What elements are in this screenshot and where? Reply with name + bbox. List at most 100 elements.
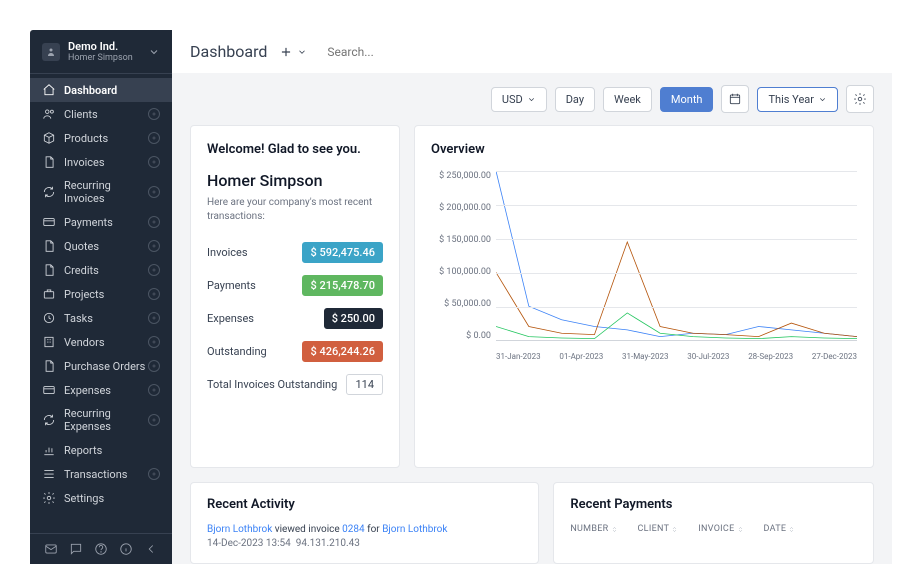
add-icon[interactable] <box>148 216 160 228</box>
sidebar-item-invoices[interactable]: Invoices <box>30 150 172 174</box>
stat-label: Outstanding <box>207 345 267 358</box>
sidebar-bottom-bar <box>30 533 172 564</box>
company-name: Demo Ind. <box>68 40 148 53</box>
period-week[interactable]: Week <box>603 87 652 112</box>
nav-label: Payments <box>64 216 148 229</box>
sort-icon <box>737 526 744 533</box>
sidebar-item-projects[interactable]: Projects <box>30 282 172 306</box>
nav-label: Dashboard <box>64 84 160 97</box>
currency-selector[interactable]: USD <box>491 87 547 112</box>
chevron-down-icon <box>527 95 536 104</box>
stat-badge: $ 215,478.70 <box>302 275 383 296</box>
activity-invoice[interactable]: 0284 <box>342 524 364 535</box>
period-day[interactable]: Day <box>555 87 595 112</box>
company-selector[interactable]: Demo Ind. Homer Simpson <box>30 30 172 74</box>
nav-label: Clients <box>64 108 148 121</box>
welcome-user: Homer Simpson <box>207 171 383 190</box>
add-icon[interactable] <box>148 384 160 396</box>
column-invoice[interactable]: INVOICE <box>698 524 743 534</box>
file-icon <box>42 263 56 277</box>
add-icon[interactable] <box>279 45 293 59</box>
welcome-subtitle: Here are your company's most recent tran… <box>207 196 383 224</box>
column-client[interactable]: CLIENT <box>638 524 679 534</box>
calendar-button[interactable] <box>721 85 749 113</box>
welcome-title: Welcome! Glad to see you. <box>207 142 383 157</box>
add-icon[interactable] <box>148 156 160 168</box>
building-icon <box>42 335 56 349</box>
add-icon[interactable] <box>148 414 160 426</box>
add-icon[interactable] <box>148 240 160 252</box>
sidebar-item-recurring-invoices[interactable]: Recurring Invoices <box>30 174 172 210</box>
sidebar-item-payments[interactable]: Payments <box>30 210 172 234</box>
nav-label: Tasks <box>64 312 148 325</box>
period-month[interactable]: Month <box>660 87 714 112</box>
sidebar: Demo Ind. Homer Simpson Dashboard Clients… <box>30 30 172 564</box>
nav-label: Transactions <box>64 468 148 481</box>
sidebar-item-reports[interactable]: Reports <box>30 438 172 462</box>
mail-icon[interactable] <box>44 542 58 556</box>
nav-label: Settings <box>64 492 160 505</box>
overview-card: Overview $ 250,000.00$ 200,000.00$ 150,0… <box>414 125 874 468</box>
refresh-icon <box>42 185 56 199</box>
nav-label: Quotes <box>64 240 148 253</box>
search-input[interactable] <box>327 45 874 59</box>
sidebar-item-vendors[interactable]: Vendors <box>30 330 172 354</box>
sidebar-item-purchase-orders[interactable]: Purchase Orders <box>30 354 172 378</box>
header: Dashboard <box>172 30 892 73</box>
total-outstanding-value: 114 <box>346 374 383 395</box>
add-icon[interactable] <box>148 288 160 300</box>
nav-label: Purchase Orders <box>64 360 148 373</box>
add-icon[interactable] <box>148 108 160 120</box>
overview-chart: $ 250,000.00$ 200,000.00$ 150,000.00$ 10… <box>431 171 857 361</box>
sort-icon <box>788 526 795 533</box>
sidebar-item-credits[interactable]: Credits <box>30 258 172 282</box>
range-selector[interactable]: This Year <box>757 87 838 112</box>
nav-label: Vendors <box>64 336 148 349</box>
add-icon[interactable] <box>148 360 160 372</box>
nav-label: Invoices <box>64 156 148 169</box>
file-icon <box>42 155 56 169</box>
chat-icon[interactable] <box>69 542 83 556</box>
chevron-down-icon <box>818 95 827 104</box>
sidebar-item-quotes[interactable]: Quotes <box>30 234 172 258</box>
recent-activity-title: Recent Activity <box>207 497 522 512</box>
chart-icon <box>42 443 56 457</box>
sidebar-item-recurring-expenses[interactable]: Recurring Expenses <box>30 402 172 438</box>
chevron-down-icon[interactable] <box>297 47 307 57</box>
add-icon[interactable] <box>148 132 160 144</box>
sidebar-item-expenses[interactable]: Expenses <box>30 378 172 402</box>
info-icon[interactable] <box>119 542 133 556</box>
add-icon[interactable] <box>148 312 160 324</box>
collapse-icon[interactable] <box>144 542 158 556</box>
recent-payments-title: Recent Payments <box>570 497 857 512</box>
sidebar-item-dashboard[interactable]: Dashboard <box>30 78 172 102</box>
add-icon[interactable] <box>148 468 160 480</box>
add-icon[interactable] <box>148 186 160 198</box>
add-icon[interactable] <box>148 336 160 348</box>
nav-label: Products <box>64 132 148 145</box>
help-icon[interactable] <box>94 542 108 556</box>
activity-actor[interactable]: Bjorn Lothbrok <box>207 524 272 535</box>
stat-label: Invoices <box>207 246 248 259</box>
sidebar-item-tasks[interactable]: Tasks <box>30 306 172 330</box>
overview-title: Overview <box>431 142 857 157</box>
page-title: Dashboard <box>190 42 267 61</box>
settings-button[interactable] <box>846 85 874 113</box>
sidebar-item-products[interactable]: Products <box>30 126 172 150</box>
sort-icon <box>611 526 618 533</box>
nav-label: Recurring Expenses <box>64 407 148 433</box>
calendar-icon <box>728 92 742 106</box>
activity-target[interactable]: Bjorn Lothbrok <box>382 524 447 535</box>
sidebar-item-clients[interactable]: Clients <box>30 102 172 126</box>
column-date[interactable]: DATE <box>764 524 796 534</box>
column-number[interactable]: NUMBER <box>570 524 617 534</box>
welcome-card: Welcome! Glad to see you. Homer Simpson … <box>190 125 400 468</box>
add-icon[interactable] <box>148 264 160 276</box>
briefcase-icon <box>42 287 56 301</box>
gear-icon <box>853 92 867 106</box>
sidebar-item-transactions[interactable]: Transactions <box>30 462 172 486</box>
file-icon <box>42 239 56 253</box>
nav-label: Credits <box>64 264 148 277</box>
nav-list: Dashboard Clients Products Invoices Recurrin… <box>30 74 172 533</box>
sidebar-item-settings[interactable]: Settings <box>30 486 172 510</box>
